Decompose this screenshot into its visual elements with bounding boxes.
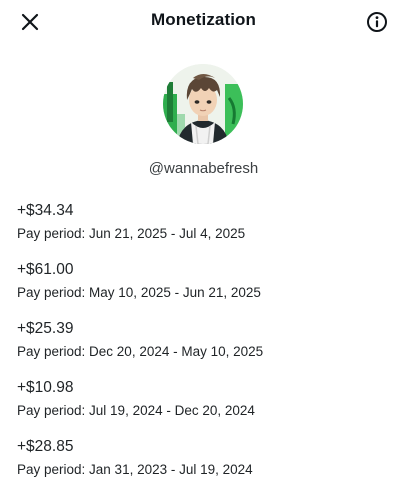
payout-amount: +$28.85 [17,438,74,455]
payout-amount: +$10.98 [17,379,74,396]
pay-period: Pay period: Dec 20, 2024 - May 10, 2025 [17,344,264,359]
payout-amount: +$34.34 [17,202,74,219]
pay-period: Pay period: Jan 31, 2023 - Jul 19, 2024 [17,462,253,477]
payout-amount: +$25.39 [17,320,74,337]
info-button[interactable] [363,8,391,36]
payout-item: +$61.00 Pay period: May 10, 2025 - Jun 2… [17,261,397,320]
top-bar: Monetization [0,0,407,44]
pay-period: Pay period: Jun 21, 2025 - Jul 4, 2025 [17,226,246,241]
payout-list: +$34.34 Pay period: Jun 21, 2025 - Jul 4… [17,202,397,497]
payout-item: +$25.39 Pay period: Dec 20, 2024 - May 1… [17,320,397,379]
payout-item: +$34.34 Pay period: Jun 21, 2025 - Jul 4… [17,202,397,261]
pay-period: Pay period: Jul 19, 2024 - Dec 20, 2024 [17,403,255,418]
payout-item: +$10.98 Pay period: Jul 19, 2024 - Dec 2… [17,379,397,438]
avatar-image [163,64,243,144]
info-icon [367,12,387,32]
username-handle: @wannabefresh [148,160,259,177]
payout-item: +$28.85 Pay period: Jan 31, 2023 - Jul 1… [17,438,397,497]
page-title: Monetization [150,10,257,29]
avatar[interactable] [163,64,243,144]
payout-amount: +$61.00 [17,261,74,278]
pay-period: Pay period: May 10, 2025 - Jun 21, 2025 [17,285,261,300]
